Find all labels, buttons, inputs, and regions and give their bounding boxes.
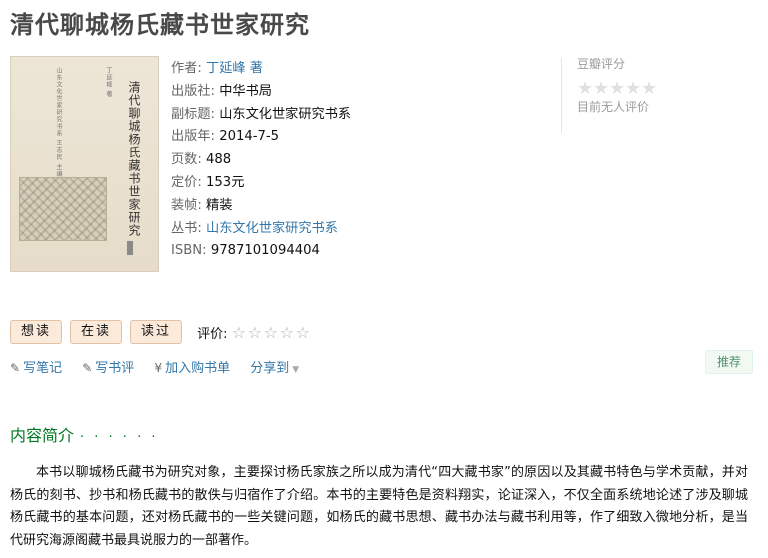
- author-label: 作者:: [171, 61, 202, 76]
- intro-text: 本书以聊城杨氏藏书为研究对象，主要探讨杨氏家族之所以成为清代“四大藏书家”的原因…: [10, 465, 748, 548]
- isbn-label: ISBN:: [171, 243, 207, 259]
- rating-star-icon: ★: [625, 78, 642, 99]
- info-price-row: 定价: 153元: [171, 172, 351, 195]
- user-rating-star-icon[interactable]: ☆: [232, 323, 248, 342]
- author-link[interactable]: 丁延峰 著: [206, 61, 263, 76]
- user-rating-star-icon[interactable]: ☆: [280, 323, 296, 342]
- info-binding-row: 装帧: 精装: [171, 195, 351, 218]
- want-to-read-button[interactable]: 想读: [10, 320, 63, 344]
- douban-rating-panel: 豆瓣评分 ★★★★★ 目前无人评价: [577, 55, 657, 116]
- subtitle-label: 副标题:: [171, 106, 216, 122]
- heading-dots: · · · · · ·: [80, 430, 159, 445]
- write-note-label: 写笔记: [23, 361, 63, 376]
- share-dropdown[interactable]: 分享到 ▼: [250, 360, 299, 379]
- write-review-link[interactable]: ✎ 写书评: [82, 359, 134, 378]
- info-publisher-row: 出版社: 中华书局: [171, 81, 351, 104]
- cover-illustration: [19, 177, 107, 241]
- rating-divider: [561, 58, 562, 133]
- rating-star-icon: ★: [641, 78, 658, 99]
- reading-status-bar: 想读 在读 读过 评价: ☆ ☆ ☆ ☆ ☆: [10, 320, 312, 344]
- user-rating-star-icon[interactable]: ☆: [296, 323, 312, 342]
- reading-button[interactable]: 在读: [70, 320, 123, 344]
- subtitle-value: 山东文化世家研究书系: [219, 106, 352, 122]
- series-label: 丛书:: [171, 220, 202, 236]
- info-pages-row: 页数: 488: [171, 149, 351, 172]
- info-series-row: 丛书: 山东文化世家研究书系: [171, 218, 351, 241]
- info-pubdate-row: 出版年: 2014-7-5: [171, 126, 351, 149]
- chevron-down-icon: ▼: [292, 365, 300, 375]
- rating-star-icon: ★: [609, 78, 626, 99]
- isbn-value: 9787101094404: [210, 243, 320, 259]
- binding-value: 精装: [206, 197, 233, 213]
- info-author-row: 作者: 丁延峰 著: [171, 58, 351, 81]
- info-subtitle-row: 副标题: 山东文化世家研究书系: [171, 104, 351, 127]
- add-to-cart-label: 加入购书单: [165, 361, 231, 376]
- pencil-icon: ✎: [10, 361, 21, 375]
- user-rating: 评价: ☆ ☆ ☆ ☆ ☆: [197, 323, 312, 342]
- cover-title-text: 清代聊城杨氏藏书世家研究: [127, 81, 141, 237]
- publisher-value: 中华书局: [219, 83, 272, 99]
- add-to-cart-link[interactable]: ¥ 加入购书单: [154, 359, 230, 378]
- binding-label: 装帧:: [171, 197, 202, 213]
- yen-icon: ¥: [154, 361, 163, 375]
- page-title: 清代聊城杨氏藏书世家研究: [10, 11, 310, 39]
- pages-value: 488: [206, 152, 232, 168]
- cover-author-text: 丁延峰 著: [105, 67, 112, 98]
- publisher-label: 出版社:: [171, 83, 216, 99]
- price-value: 153元: [206, 174, 245, 190]
- info-isbn-row: ISBN: 9787101094404: [171, 240, 351, 263]
- series-link[interactable]: 山东文化世家研究书系: [206, 221, 338, 236]
- rating-stars: ★★★★★: [577, 78, 658, 99]
- user-rating-star-icon[interactable]: ☆: [248, 323, 264, 342]
- have-read-button[interactable]: 读过: [130, 320, 183, 344]
- intro-heading-text: 内容简介: [10, 426, 75, 445]
- action-links: ✎ 写笔记 ✎ 写书评 ¥ 加入购书单 分享到 ▼: [10, 359, 315, 379]
- user-rating-label: 评价:: [197, 326, 228, 342]
- book-info: 作者: 丁延峰 著 出版社: 中华书局 副标题: 山东文化世家研究书系 出版年:…: [171, 58, 351, 263]
- cover-series-text: 山东文化世家研究书系 王志民 主编: [55, 67, 62, 178]
- rating-label: 豆瓣评分: [577, 57, 626, 71]
- rating-star-icon: ★: [577, 78, 594, 99]
- pubdate-label: 出版年:: [171, 129, 216, 145]
- pages-label: 页数:: [171, 152, 202, 168]
- write-review-label: 写书评: [95, 361, 135, 376]
- no-rating-text: 目前无人评价: [577, 100, 650, 114]
- pencil-icon: ✎: [82, 361, 93, 375]
- cover-publisher-seal: [127, 241, 133, 255]
- user-rating-star-icon[interactable]: ☆: [264, 323, 280, 342]
- write-note-link[interactable]: ✎ 写笔记: [10, 359, 62, 378]
- recommend-button[interactable]: 推荐: [705, 350, 753, 374]
- pubdate-value: 2014-7-5: [219, 129, 280, 145]
- rating-star-icon: ★: [593, 78, 610, 99]
- share-label: 分享到: [250, 361, 290, 376]
- intro-section-heading: 内容简介 · · · · · ·: [10, 424, 158, 450]
- book-cover-image[interactable]: 山东文化世家研究书系 王志民 主编 丁延峰 著 清代聊城杨氏藏书世家研究: [10, 56, 159, 272]
- price-label: 定价:: [171, 174, 202, 190]
